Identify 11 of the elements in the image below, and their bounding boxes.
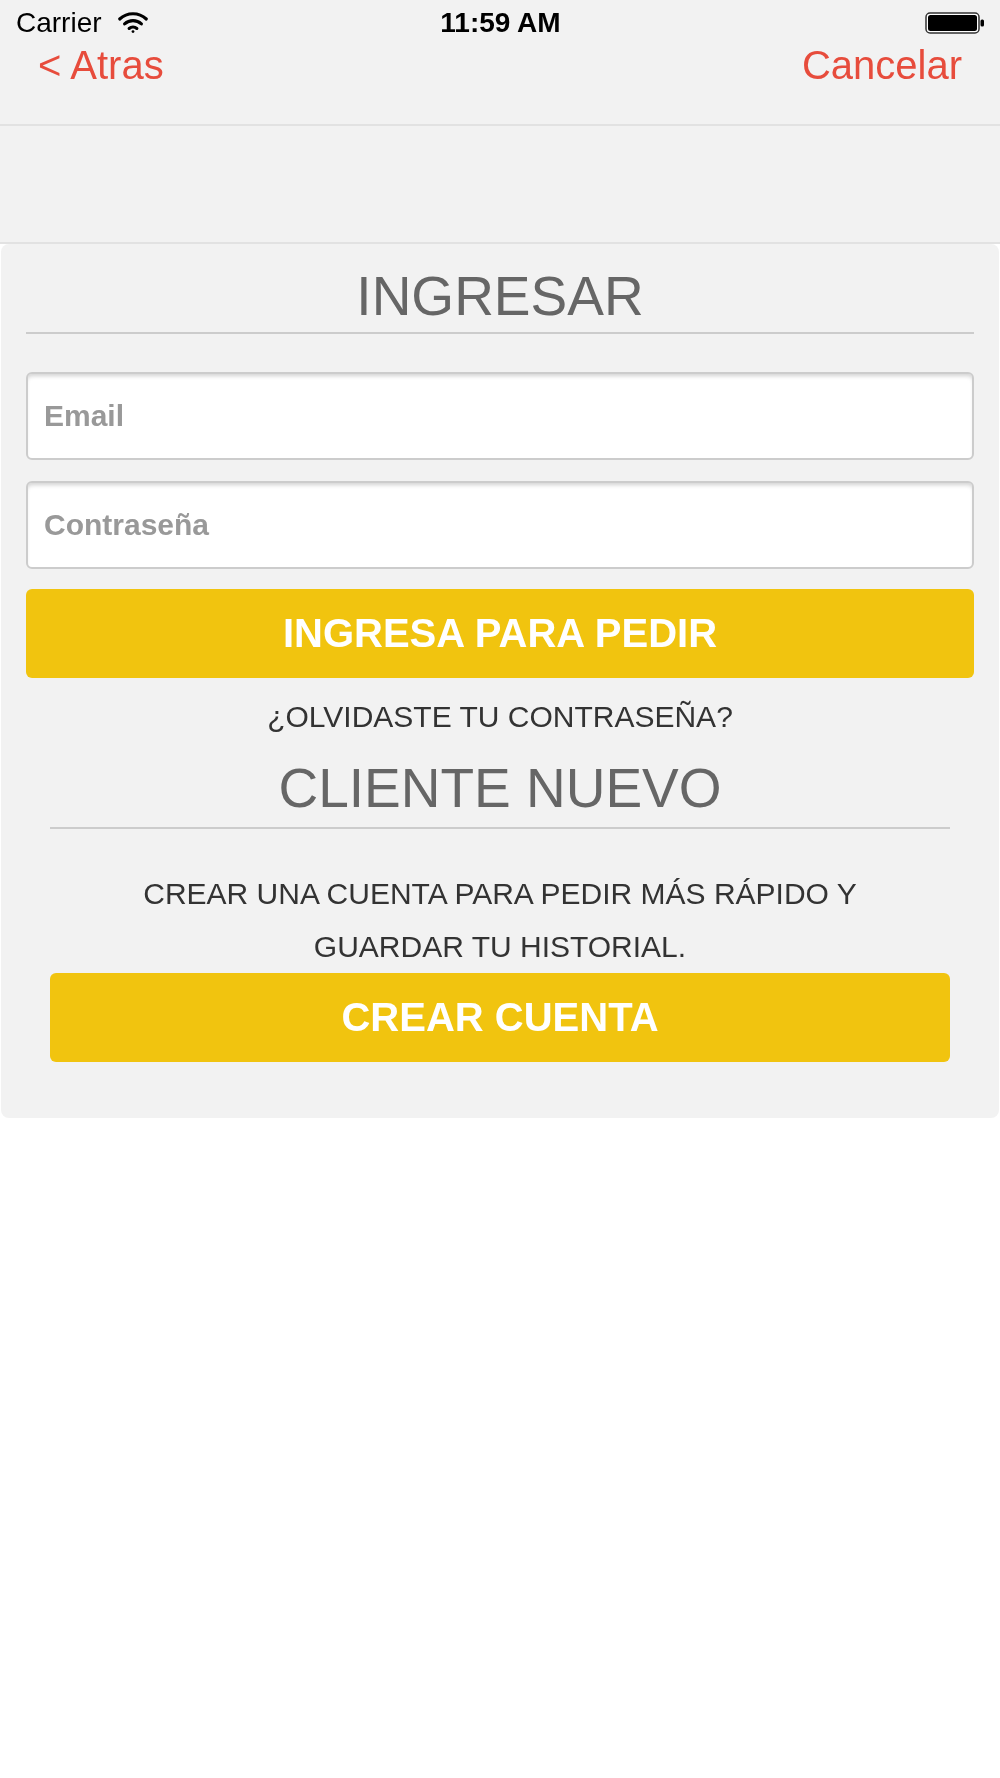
carrier-label: Carrier	[16, 8, 102, 37]
cancel-button[interactable]: Cancelar	[801, 45, 962, 85]
email-field[interactable]: Email	[26, 372, 974, 460]
section-title: CLIENTE NUEVO	[278, 756, 722, 821]
battery-icon	[925, 11, 985, 34]
forgot-password-link[interactable]: ¿OLVIDASTE TU CONTRASEÑA?	[267, 697, 733, 737]
back-button[interactable]: < Atras	[38, 45, 164, 85]
description-text: CREAR UNA CUENTA PARA PEDIR MÁS RÁPIDO Y GUARDAR TU HISTORIAL.	[142, 876, 858, 965]
section-title: INGRESAR	[356, 264, 644, 329]
status-time: 11:59 AM	[440, 8, 561, 37]
password-field[interactable]: Contraseña	[26, 481, 974, 569]
